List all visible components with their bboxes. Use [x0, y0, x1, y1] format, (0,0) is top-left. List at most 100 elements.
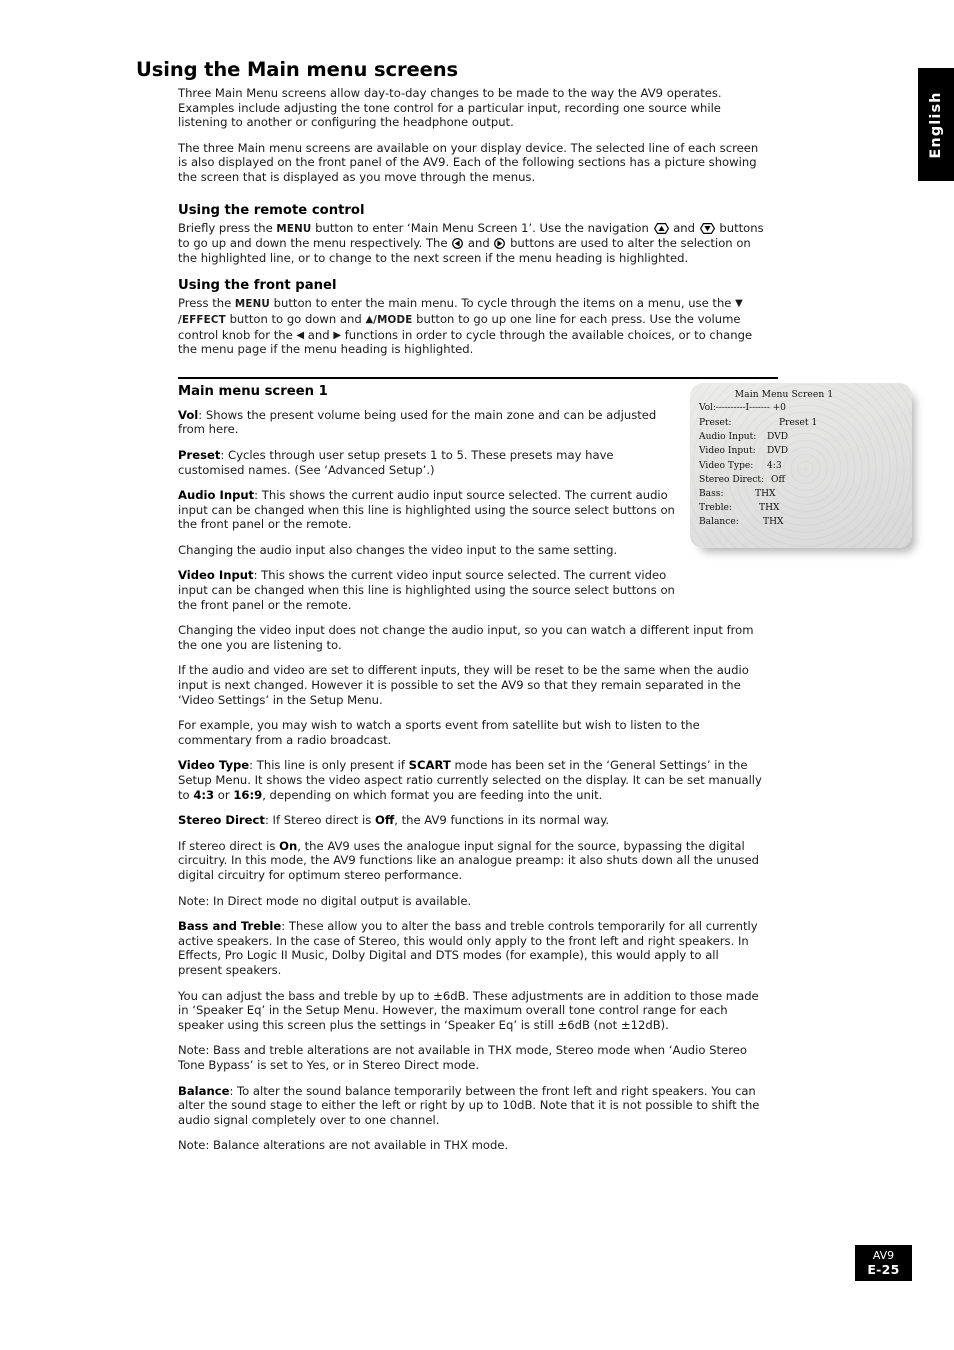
effect-key-label: /EFFECT	[178, 313, 226, 326]
remote-text-3: and	[669, 220, 699, 235]
entry-video-input-note: Changing the video input does not change…	[178, 623, 766, 652]
entry-text: , depending on which format you are feed…	[262, 787, 603, 802]
osd-row-label: Treble:	[699, 503, 732, 514]
entry-balance: Balance: To alter the sound balance temp…	[178, 1084, 766, 1128]
osd-row-value: Preset 1	[779, 418, 818, 428]
mode-key-label: /MODE	[373, 313, 413, 326]
front-panel-section-heading: Using the front panel	[178, 278, 337, 294]
front-panel-section-body: Press the MENU button to enter the main …	[178, 296, 766, 356]
entry-text: or	[214, 787, 234, 802]
note-direct-mode: Note: In Direct mode no digital output i…	[178, 893, 472, 908]
triangle-left-icon: ◀	[296, 329, 305, 341]
entry-text: : To alter the sound balance temporarily…	[178, 1083, 760, 1127]
osd-row-value: 4:3	[767, 460, 782, 471]
osd-row-label: Video Input:	[699, 446, 756, 457]
osd-row: Video Type: 4:3	[699, 459, 912, 473]
on-emphasis: On	[279, 838, 298, 853]
entry-text: If the audio and video are set to differ…	[178, 663, 749, 707]
osd-row-label: Audio Input:	[699, 432, 757, 443]
entry-term: Stereo Direct	[178, 813, 265, 828]
main-menu-section-heading: Main menu screen 1	[178, 383, 328, 399]
menu-key-label: MENU	[276, 222, 312, 235]
entry-term: Video Type	[178, 758, 250, 773]
entry-term: Balance	[178, 1083, 230, 1098]
entry-video-input: Video Input: This shows the current vide…	[178, 568, 678, 612]
aspect-4-3-emphasis: 4:3	[193, 787, 215, 802]
osd-row-value: THX	[763, 517, 784, 528]
scart-emphasis: SCART	[408, 758, 451, 773]
triangle-down-icon: ▼	[735, 298, 743, 310]
aspect-16-9-emphasis: 16:9	[233, 787, 263, 802]
osd-row-value: DVD	[767, 446, 788, 457]
language-tab-label: English	[928, 90, 944, 159]
front-text-5: and	[304, 327, 334, 342]
intro-paragraph-2: The three Main menu screens are availabl…	[178, 140, 759, 184]
osd-row-label: Stereo Direct:	[699, 474, 765, 485]
remote-text-2: button to enter ‘Main Menu Screen 1’. Us…	[311, 220, 653, 235]
entry-text: : Cycles through user setup presets 1 to…	[178, 447, 614, 477]
note-bass-treble: Note: Bass and treble alterations are no…	[178, 1043, 747, 1072]
osd-row-label: Video Type:	[699, 460, 754, 471]
osd-row: Balance: THX	[699, 515, 912, 529]
entry-audio-input-note: Changing the audio input also changes th…	[178, 543, 678, 558]
osd-row: Bass: THX	[699, 487, 912, 501]
footer-page-number: E-25	[867, 1262, 900, 1277]
entry-audio-input: Audio Input: This shows the current audi…	[178, 488, 678, 532]
entry-term: Video Input	[178, 568, 254, 583]
entry-term: Audio Input	[178, 488, 255, 503]
entry-term: Bass and Treble	[178, 919, 282, 934]
entry-text: For example, you may wish to watch a spo…	[178, 718, 700, 747]
footer-model-name: AV9	[872, 1249, 895, 1262]
entry-bass-treble: Bass and Treble: These allow you to alte…	[178, 919, 766, 977]
front-text-3: button to go down and	[225, 311, 366, 326]
text-column: Three Main Menu screens allow day-to-day…	[178, 86, 778, 1164]
osd-row-label: Preset:	[699, 418, 732, 428]
page-footer-badge: AV9 E-25	[855, 1245, 912, 1281]
entry-text: Changing the video input does not change…	[178, 623, 754, 652]
osd-title: Main Menu Screen 1	[734, 390, 834, 400]
osd-row: Preset: Preset 1	[699, 416, 912, 430]
osd-row: Video Input: DVD	[699, 444, 912, 458]
nav-left-icon	[452, 238, 464, 250]
osd-row-label: Bass:	[699, 489, 724, 500]
note-balance: Note: Balance alterations are not availa…	[178, 1138, 509, 1153]
osd-row-value: THX	[759, 503, 780, 514]
osd-row-label: Balance:	[699, 517, 739, 528]
nav-down-icon	[699, 222, 715, 234]
page-title: Using the Main menu screens	[136, 58, 459, 81]
triangle-up-icon: ▲	[365, 313, 374, 325]
section-divider	[178, 376, 778, 379]
entry-text: Changing the audio input also changes th…	[178, 542, 618, 557]
entry-text: , the AV9 functions in its normal way.	[394, 813, 610, 828]
entry-text: : This line is only present if	[249, 758, 409, 773]
front-text-2: button to enter the main menu. To cycle …	[269, 296, 736, 311]
osd-row-value: Off	[771, 474, 785, 485]
nav-up-icon	[653, 222, 669, 234]
osd-row-value: DVD	[767, 432, 788, 443]
remote-section-heading: Using the remote control	[178, 202, 365, 218]
entry-stereo-direct-on: If stereo direct is On, the AV9 uses the…	[178, 839, 766, 883]
triangle-right-icon: ▶	[333, 329, 342, 341]
entry-text: If stereo direct is	[178, 838, 280, 853]
osd-row-value: THX	[755, 489, 776, 500]
intro-paragraph-1: Three Main Menu screens allow day-to-day…	[178, 86, 722, 130]
entry-stereo-direct: Stereo Direct: If Stereo direct is Off, …	[178, 813, 766, 828]
osd-rows: Preset: Preset 1 Audio Input: DVD Video In…	[690, 413, 912, 530]
front-text-1: Press the	[178, 296, 235, 311]
entry-preset: Preset: Cycles through user setup preset…	[178, 448, 678, 477]
entry-text: : Shows the present volume being used fo…	[178, 407, 657, 437]
entry-video-type: Video Type: This line is only present if…	[178, 758, 766, 802]
entry-term: Preset	[178, 447, 221, 462]
entry-example-note: For example, you may wish to watch a spo…	[178, 718, 766, 747]
osd-volume-line: Vol:----------I------- +0	[699, 403, 786, 413]
menu-key-label: MENU	[234, 298, 270, 311]
osd-menu-screenshot: Main Menu Screen 1 Vol:----------I------…	[690, 383, 912, 548]
entry-term: Vol	[178, 407, 199, 422]
remote-text-5: and	[464, 236, 494, 251]
remote-section-body: Briefly press the MENU button to enter ‘…	[178, 221, 766, 266]
osd-row: Audio Input: DVD	[699, 430, 912, 444]
remote-text-1: Briefly press the	[178, 220, 277, 235]
entry-inputs-reset-note: If the audio and video are set to differ…	[178, 663, 766, 707]
nav-right-icon	[494, 238, 506, 250]
entry-text: : If Stereo direct is	[264, 813, 375, 828]
